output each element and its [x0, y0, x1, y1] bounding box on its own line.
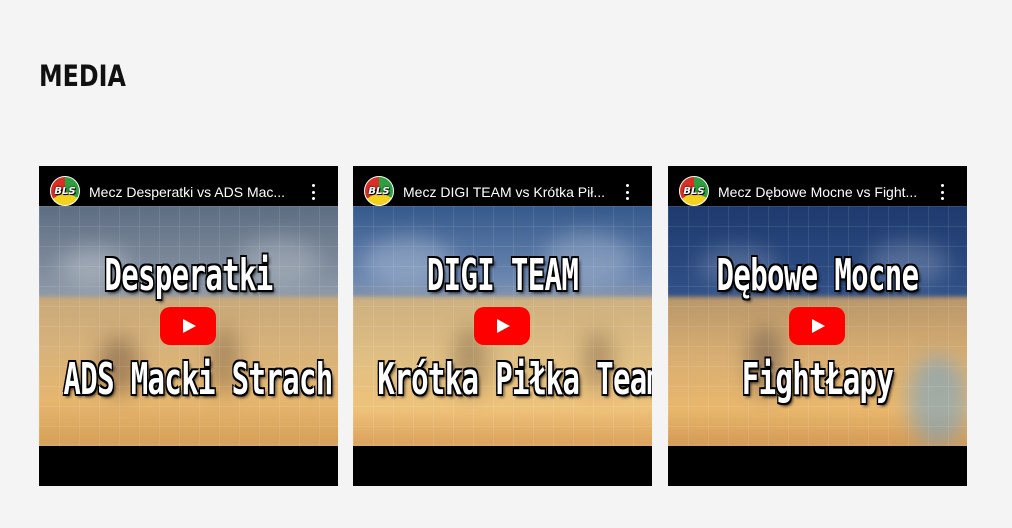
video-embed-debowe-mocne[interactable]: BLS Mecz Dębowe Mocne vs Fight... Dębowe…	[668, 166, 967, 486]
video-title[interactable]: Mecz Dębowe Mocne vs Fight...	[718, 184, 928, 200]
channel-logo[interactable]: BLS	[50, 176, 80, 206]
more-vert-icon[interactable]	[624, 184, 630, 200]
more-vert-icon[interactable]	[939, 184, 945, 200]
more-vert-icon[interactable]	[310, 184, 316, 200]
channel-logo-text: BLS	[683, 185, 705, 197]
youtube-play-icon[interactable]	[160, 307, 216, 345]
youtube-play-icon[interactable]	[789, 307, 845, 345]
video-embed-digi-team[interactable]: BLS Mecz DIGI TEAM vs Krótka Pił... DIGI…	[353, 166, 652, 486]
video-title[interactable]: Mecz DIGI TEAM vs Krótka Pił...	[403, 184, 613, 200]
channel-logo[interactable]: BLS	[679, 176, 709, 206]
thumbnail-team-b: FightŁapy	[741, 354, 894, 405]
section-title: MEDIA	[39, 59, 126, 93]
video-top-bar: BLS Mecz Desperatki vs ADS Mac...	[39, 166, 338, 206]
video-top-bar: BLS Mecz Dębowe Mocne vs Fight...	[668, 166, 967, 206]
video-embed-desperatki[interactable]: BLS Mecz Desperatki vs ADS Mac... Desper…	[39, 166, 338, 486]
thumbnail-team-a: Desperatki	[104, 250, 273, 301]
thumbnail-team-b: Krótka Piłka Team	[377, 354, 652, 405]
thumbnail-team-a: Dębowe Mocne	[716, 250, 920, 301]
youtube-play-icon[interactable]	[474, 307, 530, 345]
channel-logo-text: BLS	[368, 185, 390, 197]
channel-logo[interactable]: BLS	[364, 176, 394, 206]
thumbnail-team-b: ADS Macki Strach	[63, 354, 333, 405]
channel-logo-text: BLS	[54, 185, 76, 197]
thumbnail-team-a: DIGI TEAM	[426, 250, 579, 301]
video-title[interactable]: Mecz Desperatki vs ADS Mac...	[89, 184, 299, 200]
video-top-bar: BLS Mecz DIGI TEAM vs Krótka Pił...	[353, 166, 652, 206]
